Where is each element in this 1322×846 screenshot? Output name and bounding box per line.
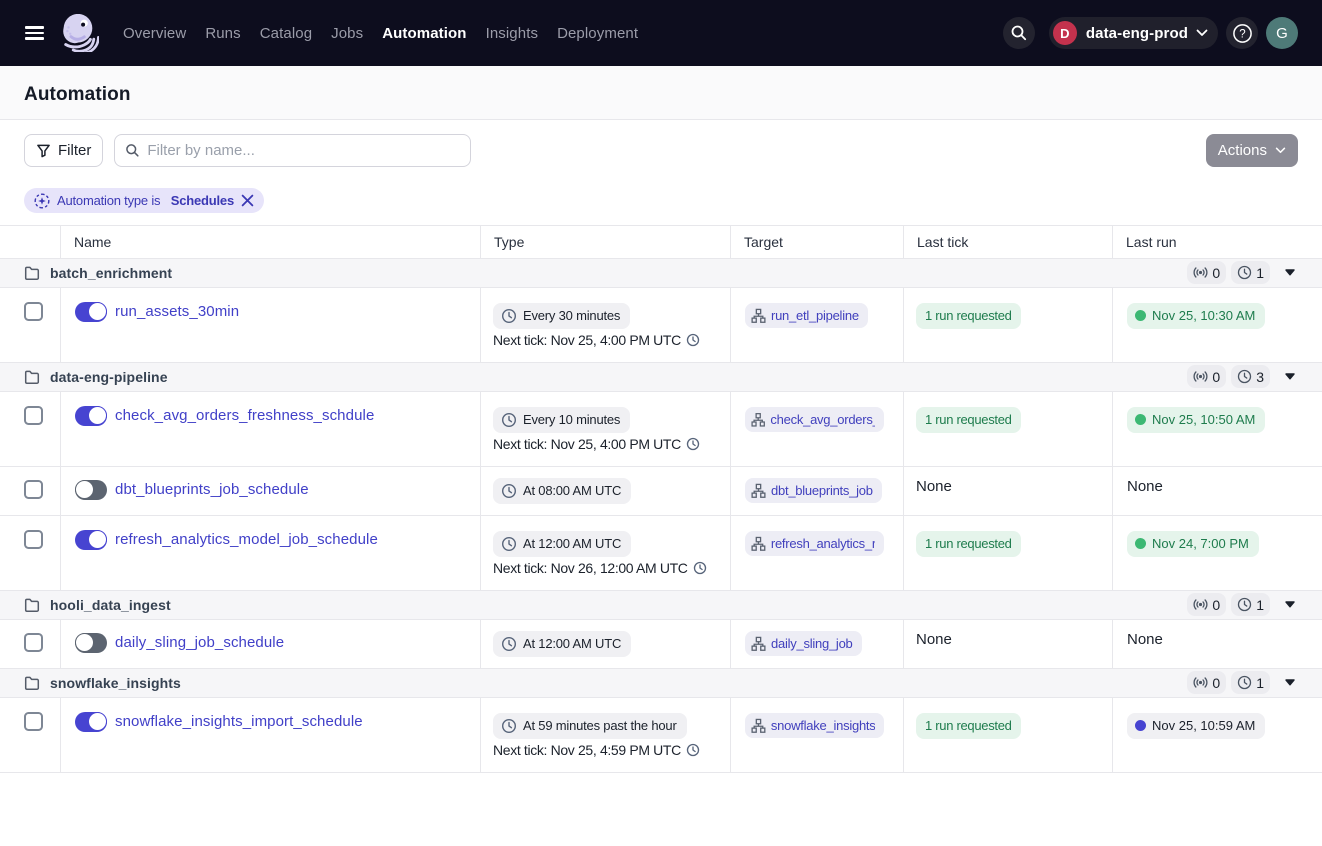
svg-text:?: ?	[1239, 28, 1245, 40]
